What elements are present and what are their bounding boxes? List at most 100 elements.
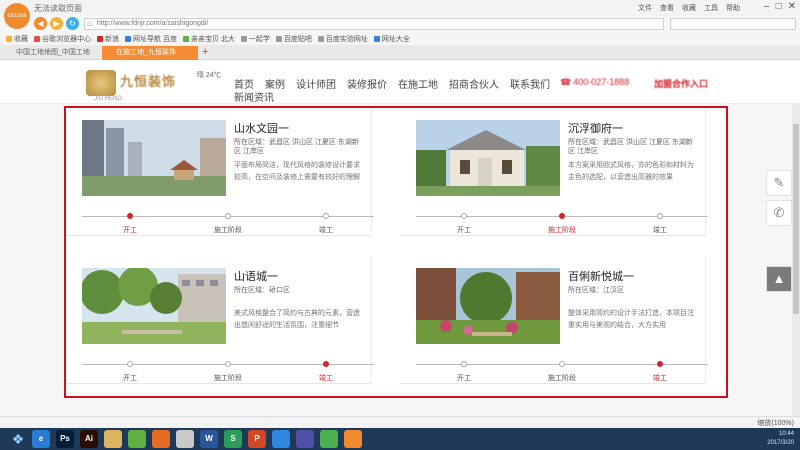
nav-news[interactable]: 新闻资讯 (234, 89, 274, 104)
nav-designers[interactable]: 设计师团 (296, 76, 336, 91)
menu-help[interactable]: 帮助 (726, 3, 740, 13)
tab-construction-sites[interactable]: 在施工地_九恒装饰 (102, 46, 198, 60)
windows-taskbar: ❖ e Ps Ai W S P 10:44 2017/3/20 (0, 428, 800, 450)
project-card[interactable]: 山语城一 所在区域：硚口区 美式风格整合了简约与古典的元素，营造出悠闲舒适的生活… (66, 256, 374, 384)
progress-dot (461, 213, 467, 219)
back-icon[interactable]: ◀ (34, 17, 47, 30)
taskbar-app-icon[interactable]: W (200, 430, 218, 448)
progress-dot (559, 361, 565, 367)
project-title[interactable]: 百俐新悦城一 (568, 268, 634, 284)
bookmark-item[interactable]: 网址导航 百度 (125, 34, 177, 44)
taskbar-app-icon[interactable] (176, 430, 194, 448)
progress-dot (127, 213, 133, 219)
taskbar-app-icon[interactable] (104, 430, 122, 448)
project-photo[interactable] (82, 268, 226, 344)
stage-start: 开工 (457, 375, 471, 382)
portal-link[interactable]: 加盟合作入口 (654, 77, 708, 90)
taskbar-app-icon[interactable]: e (32, 430, 50, 448)
taskbar-app-icon[interactable] (128, 430, 146, 448)
stage-start: 开工 (123, 375, 137, 382)
taskbar-app-icon[interactable] (320, 430, 338, 448)
system-tray: 10:44 2017/3/20 (767, 430, 794, 448)
project-description: 平面布局简洁，现代风格的装修设计要求较高，在空间及装修上需要有较好的理解 (234, 162, 360, 181)
new-tab-icon[interactable]: + (202, 46, 208, 58)
project-card[interactable]: 山水文园一 所在区域：武昌区 洪山区 江夏区 东湖新区 江岸区 平面布局简洁，现… (66, 108, 374, 236)
project-photo[interactable] (416, 120, 560, 196)
progress-dot (323, 361, 329, 367)
minimize-icon[interactable]: – (764, 1, 770, 12)
bookmark-item[interactable]: 新浪 (97, 34, 119, 44)
taskbar-app-icon[interactable] (296, 430, 314, 448)
bookmark-item[interactable]: 百度贴吧 (275, 34, 312, 44)
menu-tools[interactable]: 工具 (704, 3, 718, 13)
browser-titlebar: 无法读取页面 文件 查看 收藏 工具 帮助 – □ ✕ (0, 0, 800, 16)
progress-dot (225, 361, 231, 367)
refresh-icon[interactable]: ↻ (66, 17, 79, 30)
construction-progress: 开工 施工阶段 竣工 (82, 360, 374, 384)
status-bar: 缩放(100%) (0, 416, 800, 428)
search-input[interactable] (670, 18, 796, 30)
site-header: 九恒装饰 JIU HENG 晴 24℃ 首页 案例 设计师团 装修报价 在施工地… (0, 60, 800, 104)
project-photo[interactable] (416, 268, 560, 344)
nav-contact[interactable]: 联系我们 (510, 76, 550, 91)
project-card[interactable]: 百俐新悦城一 所在区域：江汉区 整体采用简约的设计手法打造，本项目注重实用与美观… (400, 256, 708, 384)
stage-in-progress: 施工阶段 (548, 375, 576, 382)
nav-construction-sites[interactable]: 在施工地 (398, 76, 438, 91)
browser-logo[interactable]: ozzoos (4, 3, 30, 29)
nav-partners[interactable]: 招商合伙人 (449, 76, 499, 91)
bookmark-item[interactable]: 亲亲宝贝 北大 (182, 34, 235, 44)
forward-icon[interactable]: ▶ (50, 17, 63, 30)
phone-icon[interactable]: ✆ (766, 200, 792, 226)
close-icon[interactable]: ✕ (788, 1, 796, 12)
zoom-level[interactable]: 缩放(100%) (757, 418, 794, 428)
taskbar-app-icon[interactable]: S (224, 430, 242, 448)
progress-dot (657, 361, 663, 367)
taskbar-app-icon[interactable] (272, 430, 290, 448)
project-title[interactable]: 山水文园一 (234, 120, 289, 136)
menu-view[interactable]: 查看 (660, 3, 674, 13)
tab-construction-map[interactable]: 中国工地地图_中国工地 (2, 46, 98, 60)
bookmark-item[interactable]: 百度实验网址 (317, 34, 368, 44)
taskbar-app-icon[interactable] (152, 430, 170, 448)
bookmark-item[interactable]: 网址大全 (373, 34, 410, 44)
project-title[interactable]: 沉浮御府一 (568, 120, 623, 136)
url-input[interactable]: ⌂ http://www.fdnjr.com/a/zaishigongdi/ (84, 18, 664, 30)
progress-dot (657, 213, 663, 219)
progress-dot (461, 361, 467, 367)
menu-file[interactable]: 文件 (638, 3, 652, 13)
nav-quote[interactable]: 装修报价 (347, 76, 387, 91)
start-icon[interactable]: ❖ (3, 430, 33, 448)
project-photo[interactable] (82, 120, 226, 196)
progress-dot (559, 213, 565, 219)
project-location: 所在区域：武昌区 洪山区 江夏区 东湖新区 江岸区 (234, 139, 359, 155)
title-menus: 文件 查看 收藏 工具 帮助 (638, 3, 740, 13)
construction-progress: 开工 施工阶段 竣工 (82, 212, 374, 236)
progress-dot (323, 213, 329, 219)
maximize-icon[interactable]: □ (776, 1, 782, 12)
site-logo[interactable] (86, 70, 116, 96)
taskbar-app-icon[interactable]: Ps (56, 430, 74, 448)
address-bar: ◀ ▶ ↻ ⌂ http://www.fdnjr.com/a/zaishigon… (0, 16, 800, 32)
taskbar-app-icon[interactable]: Ai (80, 430, 98, 448)
edit-icon[interactable]: ✎ (766, 170, 792, 196)
back-to-top-icon[interactable]: ▲ (766, 266, 792, 292)
bookmark-item[interactable]: 收藏 (6, 34, 28, 44)
taskbar-app-icon[interactable]: P (248, 430, 266, 448)
progress-dot (225, 213, 231, 219)
scrollbar-thumb[interactable] (793, 124, 799, 314)
bookmark-item[interactable]: 一起学 (240, 34, 270, 44)
taskbar-app-icon[interactable] (344, 430, 362, 448)
home-icon[interactable]: ⌂ (87, 19, 92, 29)
clock-date[interactable]: 2017/3/20 (767, 439, 794, 448)
stage-start: 开工 (457, 227, 471, 234)
project-card[interactable]: 沉浮御府一 所在区域：武昌区 洪山区 江夏区 东湖新区 江岸区 本方案采用欧式风… (400, 108, 708, 236)
project-title[interactable]: 山语城一 (234, 268, 278, 284)
page-scrollbar[interactable] (792, 104, 800, 416)
clock-time[interactable]: 10:44 (767, 430, 794, 439)
menu-favorites[interactable]: 收藏 (682, 3, 696, 13)
stage-complete: 竣工 (653, 375, 667, 382)
construction-progress: 开工 施工阶段 竣工 (416, 212, 708, 236)
url-text: http://www.fdnjr.com/a/zaishigongdi/ (97, 20, 209, 27)
bookmark-item[interactable]: 谷歌浏览器中心 (34, 34, 91, 44)
stage-in-progress: 施工阶段 (214, 375, 242, 382)
